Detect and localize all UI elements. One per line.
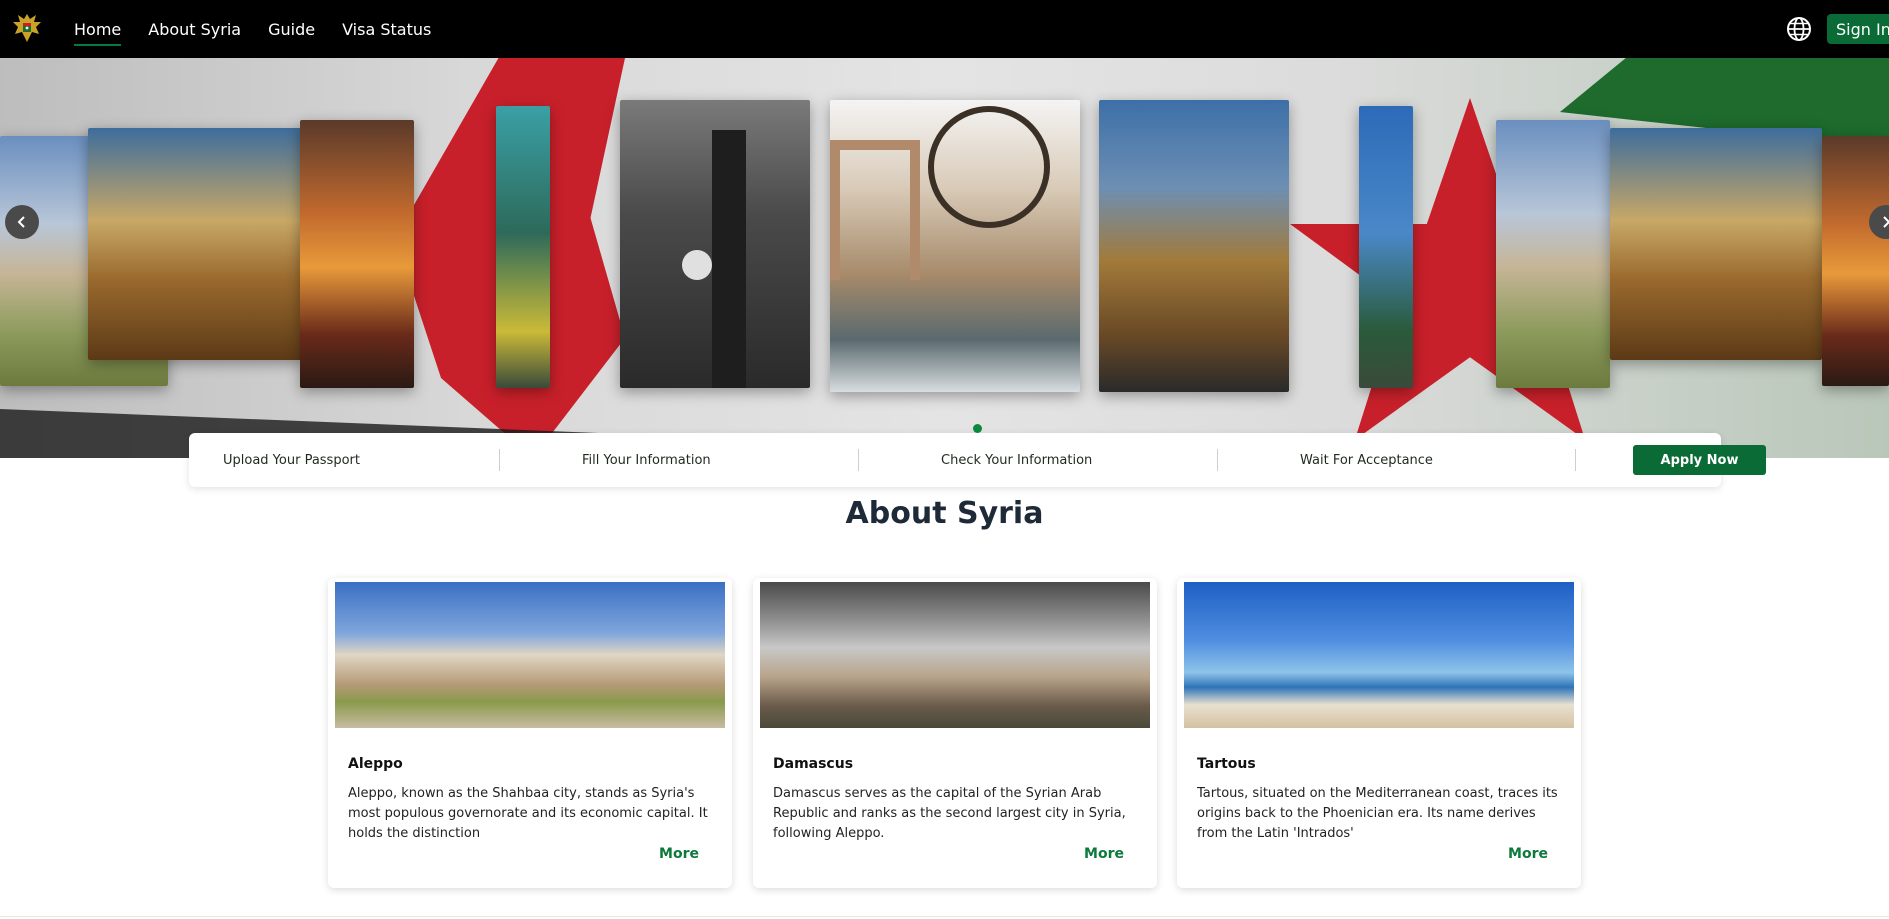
apply-now-button[interactable]: Apply Now (1633, 445, 1766, 475)
slide-umayyad-mosque[interactable] (1099, 100, 1289, 392)
sign-in-button[interactable]: Sign In (1827, 14, 1889, 44)
slide-statue[interactable] (496, 106, 550, 388)
top-nav: Home About Syria Guide Visa Status Sign … (0, 0, 1889, 58)
damascus-mosque-image (760, 582, 1150, 728)
step-divider (1217, 449, 1218, 471)
step-upload-passport: Upload Your Passport (223, 452, 360, 468)
slide-monument-2[interactable] (1822, 136, 1889, 386)
card-more-link[interactable]: More (1084, 846, 1124, 862)
chevron-right-icon (1883, 216, 1889, 228)
nav-guide[interactable]: Guide (268, 16, 315, 43)
language-globe-icon[interactable] (1786, 16, 1812, 42)
slide-monument[interactable] (300, 120, 414, 388)
slide-palmyra-theater-2[interactable] (1496, 120, 1610, 388)
card-title: Damascus (773, 756, 854, 772)
nav-home[interactable]: Home (74, 16, 122, 46)
slide-palmyra-citadel-2[interactable] (1610, 128, 1822, 360)
syria-eagle-logo-icon[interactable] (10, 10, 44, 46)
step-check-information: Check Your Information (941, 452, 1093, 468)
nav-about-syria[interactable]: About Syria (148, 16, 241, 43)
step-divider (858, 449, 859, 471)
card-description: Tartous, situated on the Mediterranean c… (1197, 786, 1558, 841)
step-divider (499, 449, 500, 471)
city-card-aleppo[interactable]: Aleppo Aleppo, known as the Shahbaa city… (328, 578, 732, 888)
card-more-link[interactable]: More (1508, 846, 1548, 862)
hero-carousel (0, 58, 1889, 458)
city-card-damascus[interactable]: Damascus Damascus serves as the capital … (753, 578, 1157, 888)
step-fill-information: Fill Your Information (582, 452, 711, 468)
slide-clock-tower-2[interactable] (1359, 106, 1413, 388)
tartous-beach-image (1184, 582, 1574, 728)
slide-hama-water-wheel[interactable] (830, 100, 1080, 392)
slide-clock-tower[interactable] (620, 100, 810, 388)
section-divider (0, 916, 1889, 917)
carousel-prev-button[interactable] (5, 205, 39, 239)
carousel-active-dot[interactable] (973, 424, 982, 433)
step-wait-acceptance: Wait For Acceptance (1300, 452, 1433, 468)
card-title: Aleppo (348, 756, 403, 772)
city-card-tartous[interactable]: Tartous Tartous, situated on the Mediter… (1177, 578, 1581, 888)
main-nav: Home About Syria Guide Visa Status (74, 0, 431, 58)
nav-visa-status[interactable]: Visa Status (342, 16, 431, 43)
step-divider (1575, 449, 1576, 471)
card-description: Damascus serves as the capital of the Sy… (773, 786, 1126, 841)
card-title: Tartous (1197, 756, 1256, 772)
visa-steps-bar: Upload Your Passport Fill Your Informati… (189, 433, 1721, 487)
chevron-left-icon (17, 216, 25, 228)
card-more-link[interactable]: More (659, 846, 699, 862)
aleppo-citadel-image (335, 582, 725, 728)
card-description: Aleppo, known as the Shahbaa city, stand… (348, 786, 708, 841)
slide-palmyra-citadel[interactable] (88, 128, 304, 360)
about-syria-heading: About Syria (845, 496, 1044, 531)
